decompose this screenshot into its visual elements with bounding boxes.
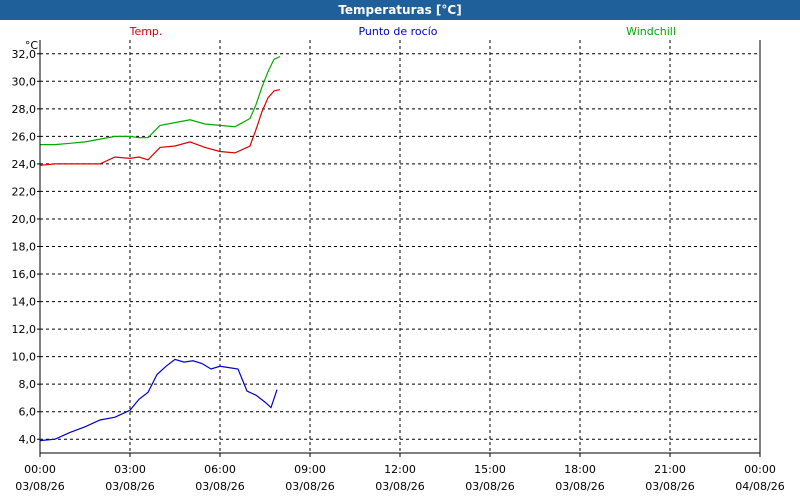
x-tick-date-label: 03/08/26 xyxy=(285,480,334,493)
chart-title: Temperaturas [°C] xyxy=(0,0,800,20)
y-tick-label: 24,0 xyxy=(12,158,37,171)
x-tick-date-label: 03/08/26 xyxy=(375,480,424,493)
x-tick-date-label: 03/08/26 xyxy=(15,480,64,493)
x-tick-date-label: 03/08/26 xyxy=(105,480,154,493)
x-tick-time-label: 00:00 xyxy=(744,463,776,476)
y-tick-label: 16,0 xyxy=(12,268,37,281)
axes: 4,0 6,0 8,0 10,0 12,0 14,0 16,0 18,0 20,0 22,0 24,… xyxy=(12,39,785,493)
y-tick-label: 8,0 xyxy=(19,378,37,391)
x-tick-time-label: 15:00 xyxy=(474,463,506,476)
x-tick-time-label: 18:00 xyxy=(564,463,596,476)
y-tick-label: 18,0 xyxy=(12,241,37,254)
y-tick-label: 10,0 xyxy=(12,351,37,364)
y-tick-label: 28,0 xyxy=(12,103,37,116)
x-tick-time-label: 00:00 xyxy=(24,463,56,476)
y-axis-label: °C xyxy=(25,39,39,52)
legend: Temp. Punto de rocío Windchill xyxy=(129,25,676,38)
legend-item: Punto de rocío xyxy=(358,25,437,38)
chart-window: Temperaturas [°C] 4,0 6,0 8,0 10,0 12,0 14,0 1… xyxy=(0,0,800,500)
x-tick-time-label: 21:00 xyxy=(654,463,686,476)
y-tick-label: 14,0 xyxy=(12,296,37,309)
x-tick-date-label: 03/08/26 xyxy=(195,480,244,493)
y-tick-label: 30,0 xyxy=(12,75,37,88)
y-tick-label: 6,0 xyxy=(19,406,37,419)
x-tick-date-label: 03/08/26 xyxy=(645,480,694,493)
y-tick-label: 12,0 xyxy=(12,323,37,336)
x-tick-time-label: 09:00 xyxy=(294,463,326,476)
series-line-windchill xyxy=(40,55,281,146)
y-tick-label: 22,0 xyxy=(12,185,37,198)
legend-item: Windchill xyxy=(626,25,676,38)
y-tick-label: 20,0 xyxy=(12,213,37,226)
chart-canvas: 4,0 6,0 8,0 10,0 12,0 14,0 16,0 18,0 20,0 22,0 24,… xyxy=(12,25,785,493)
series-layer xyxy=(39,55,281,442)
x-tick-time-label: 06:00 xyxy=(204,463,236,476)
y-tick-label: 4,0 xyxy=(19,433,37,446)
grid xyxy=(40,40,760,453)
x-tick-date-label: 04/08/26 xyxy=(735,480,784,493)
x-tick-time-label: 03:00 xyxy=(114,463,146,476)
series-line-punto-de-roc-o xyxy=(39,358,278,442)
y-tick-label: 26,0 xyxy=(12,130,37,143)
x-tick-date-label: 03/08/26 xyxy=(465,480,514,493)
x-tick-time-label: 12:00 xyxy=(384,463,416,476)
x-tick-date-label: 03/08/26 xyxy=(555,480,604,493)
legend-item: Temp. xyxy=(129,25,163,38)
series-line-temp- xyxy=(39,89,281,166)
